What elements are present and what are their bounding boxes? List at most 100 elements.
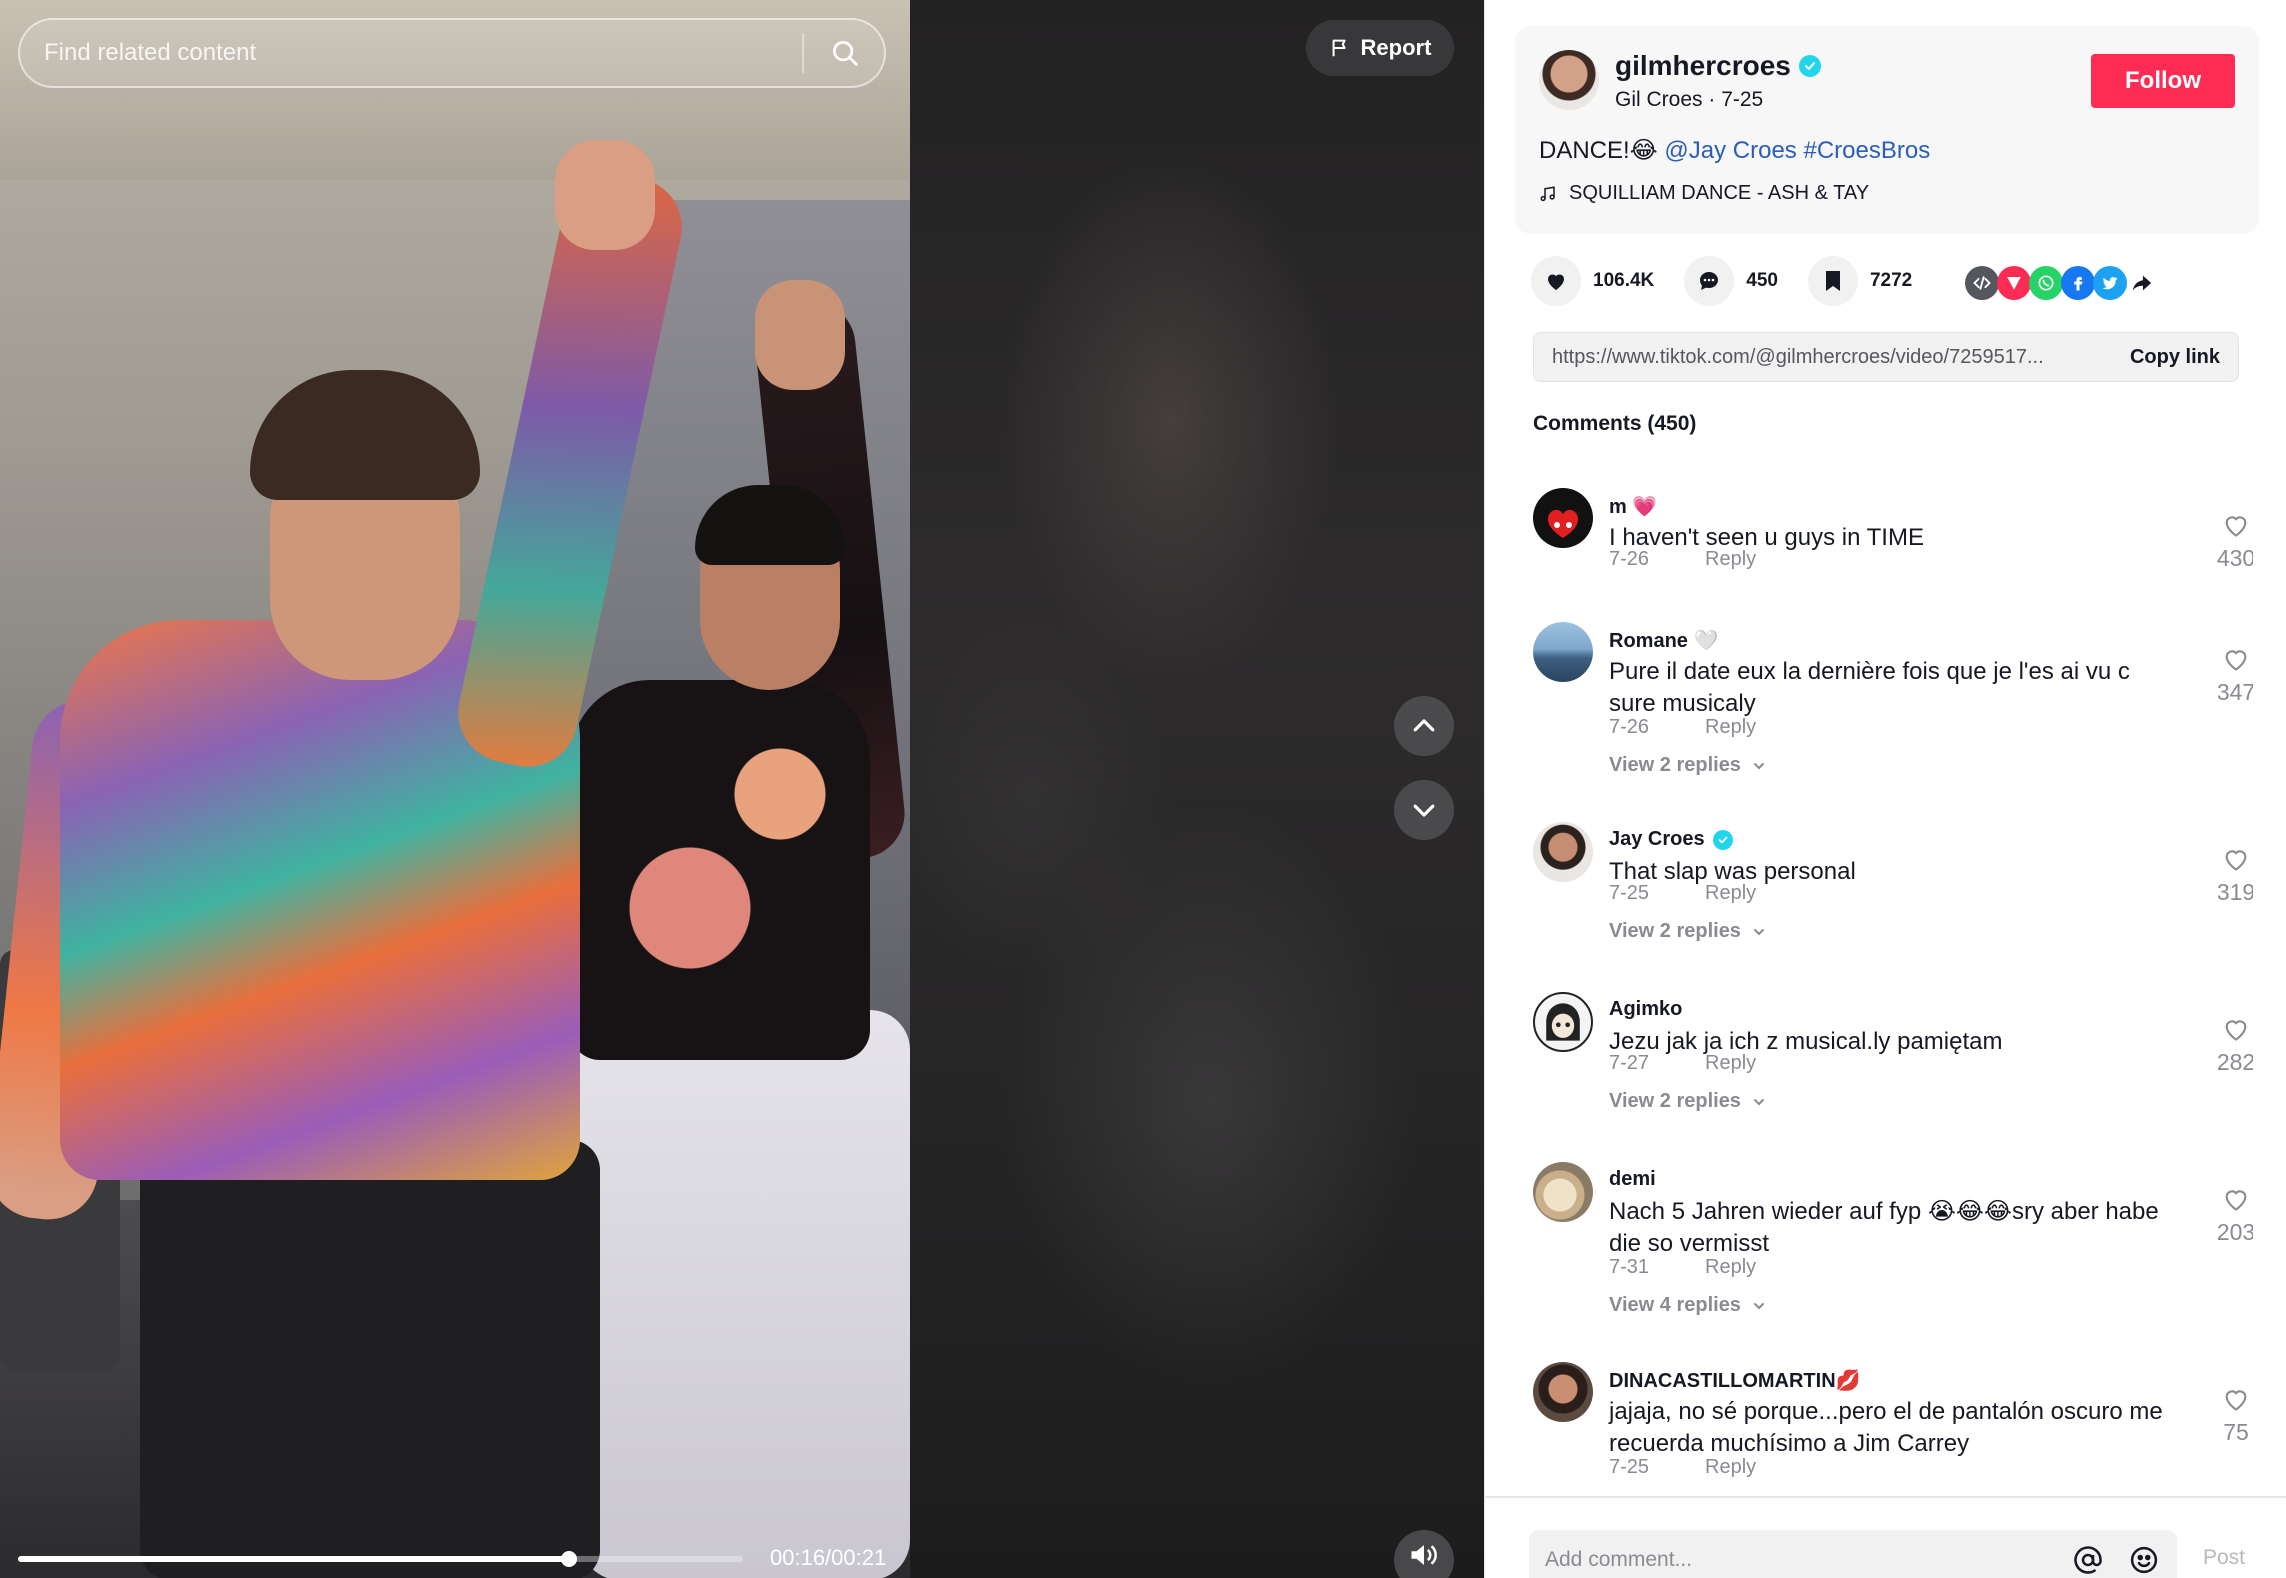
comment-username[interactable]: demi bbox=[1609, 1168, 1656, 1191]
heart-outline-icon[interactable] bbox=[2222, 1186, 2250, 1212]
comment-like-count: 319 bbox=[2216, 879, 2253, 905]
comment-like[interactable]: 347 bbox=[2209, 646, 2253, 706]
music-link[interactable]: SQUILLIAM DANCE - ASH & TAY bbox=[1539, 182, 1869, 205]
next-video-button[interactable] bbox=[1394, 780, 1454, 840]
comment-meta: 7-26 Reply bbox=[1609, 716, 1756, 739]
comment-avatar[interactable] bbox=[1533, 1362, 1593, 1422]
action-bar: 106.4K 450 7272 bbox=[1531, 256, 1942, 306]
comment-meta: 7-25 Reply bbox=[1609, 1456, 1756, 1479]
video-progress-bar[interactable] bbox=[18, 1551, 743, 1567]
comment-username[interactable]: m 💗 bbox=[1609, 494, 1657, 519]
chevron-down-icon bbox=[1753, 928, 1764, 935]
comment-avatar[interactable] bbox=[1533, 1162, 1593, 1222]
search-input[interactable] bbox=[44, 39, 802, 67]
comment-like[interactable]: 203 bbox=[2209, 1186, 2253, 1246]
share-arrow-icon[interactable] bbox=[2125, 266, 2159, 300]
save-action[interactable]: 7272 bbox=[1807, 256, 1912, 306]
volume-icon bbox=[1411, 1545, 1437, 1565]
video-link-box: https://www.tiktok.com/@gilmhercroes/vid… bbox=[1533, 332, 2239, 382]
music-title: SQUILLIAM DANCE - ASH & TAY bbox=[1569, 182, 1870, 204]
comment-action[interactable]: 450 bbox=[1684, 256, 1778, 306]
search-icon[interactable] bbox=[826, 34, 864, 72]
reply-button[interactable]: Reply bbox=[1705, 1256, 1756, 1279]
author-username[interactable]: gilmhercroes bbox=[1615, 50, 1791, 82]
view-replies-button[interactable]: View 2 replies bbox=[1609, 1090, 1767, 1113]
comment-composer: Post bbox=[1485, 1496, 2286, 1578]
video-blurred-background bbox=[910, 0, 1484, 1578]
comment-avatar[interactable] bbox=[1533, 622, 1593, 682]
author-username-row[interactable]: gilmhercroes bbox=[1615, 50, 1821, 82]
comments-list[interactable]: m 💗 I haven't seen u guys in TIME 7-26 R… bbox=[1533, 488, 2253, 1498]
comment-avatar[interactable] bbox=[1533, 488, 1593, 548]
mention-icon[interactable] bbox=[2071, 1543, 2105, 1577]
reply-button[interactable]: Reply bbox=[1705, 548, 1756, 571]
whatsapp-icon[interactable] bbox=[2029, 266, 2063, 300]
view-replies-label: View 2 replies bbox=[1609, 1090, 1741, 1112]
comment-bubble-icon[interactable] bbox=[1684, 256, 1735, 306]
comment-meta: 7-27 Reply bbox=[1609, 1052, 1756, 1075]
video-frame[interactable] bbox=[0, 0, 910, 1578]
post-button[interactable]: Post bbox=[2203, 1546, 2245, 1570]
heart-outline-icon[interactable] bbox=[2222, 846, 2250, 872]
facebook-icon[interactable] bbox=[2061, 266, 2095, 300]
comment-avatar[interactable] bbox=[1533, 822, 1593, 882]
like-action[interactable]: 106.4K bbox=[1531, 256, 1654, 306]
report-button[interactable]: Report bbox=[1306, 20, 1454, 76]
send-icon[interactable] bbox=[1997, 266, 2031, 300]
heart-outline-icon[interactable] bbox=[2222, 512, 2250, 538]
comments-title: Comments (450) bbox=[1533, 412, 1697, 435]
video-link-url[interactable]: https://www.tiktok.com/@gilmhercroes/vid… bbox=[1552, 346, 2112, 369]
comment-like[interactable]: 75 bbox=[2209, 1386, 2253, 1446]
comment-input[interactable] bbox=[1545, 1548, 2049, 1572]
heart-outline-icon[interactable] bbox=[2222, 1016, 2250, 1042]
heart-icon[interactable] bbox=[1531, 256, 1581, 306]
search-divider bbox=[802, 33, 804, 73]
comment-meta: 7-31 Reply bbox=[1609, 1256, 1756, 1279]
heart-outline-icon[interactable] bbox=[2222, 1386, 2250, 1412]
view-replies-button[interactable]: View 4 replies bbox=[1609, 1294, 1767, 1317]
author-subtitle-separator: · bbox=[1708, 88, 1722, 111]
follow-button[interactable]: Follow bbox=[2091, 54, 2235, 108]
details-panel: gilmhercroes Gil Croes · 7-25 Follow DAN… bbox=[1484, 0, 2286, 1578]
video-player[interactable]: Report 00:16/00:21 bbox=[0, 0, 1484, 1578]
reply-button[interactable]: Reply bbox=[1705, 1052, 1756, 1075]
caption-text: DANCE!😂 bbox=[1539, 137, 1658, 164]
caption-mention-link[interactable]: @Jay Croes bbox=[1664, 137, 1796, 164]
comment-date: 7-31 bbox=[1609, 1256, 1650, 1278]
author-card: gilmhercroes Gil Croes · 7-25 Follow DAN… bbox=[1515, 26, 2259, 234]
heart-outline-icon[interactable] bbox=[2222, 646, 2250, 672]
chevron-down-icon bbox=[1413, 804, 1435, 817]
comment-username[interactable]: DINACASTILLOMARTIN💋 bbox=[1609, 1368, 1861, 1393]
emoji-icon[interactable] bbox=[2127, 1543, 2161, 1577]
view-replies-button[interactable]: View 2 replies bbox=[1609, 754, 1767, 777]
comment-date: 7-26 bbox=[1609, 548, 1650, 570]
post-date: 7-25 bbox=[1721, 88, 1764, 111]
reply-button[interactable]: Reply bbox=[1705, 882, 1756, 905]
comment-username[interactable]: Romane 🤍 bbox=[1609, 628, 1718, 653]
video-progress-handle[interactable] bbox=[561, 1551, 577, 1567]
reply-button[interactable]: Reply bbox=[1705, 1456, 1756, 1479]
reply-button[interactable]: Reply bbox=[1705, 716, 1756, 739]
previous-video-button[interactable] bbox=[1394, 696, 1454, 756]
author-avatar[interactable] bbox=[1539, 50, 1599, 110]
comment-input-box bbox=[1529, 1530, 2177, 1578]
view-replies-button[interactable]: View 2 replies bbox=[1609, 920, 1767, 943]
copy-link-button[interactable]: Copy link bbox=[2130, 346, 2220, 369]
comment-like[interactable]: 282 bbox=[2209, 1016, 2253, 1076]
comment-like[interactable]: 430 bbox=[2209, 512, 2253, 572]
twitter-icon[interactable] bbox=[2093, 266, 2127, 300]
report-label: Report bbox=[1360, 35, 1432, 60]
comment-username[interactable]: Jay Croes bbox=[1609, 828, 1705, 851]
comment-date: 7-26 bbox=[1609, 716, 1650, 738]
embed-icon[interactable] bbox=[1965, 266, 1999, 300]
comment-like[interactable]: 319 bbox=[2209, 846, 2253, 906]
caption-hashtag-link[interactable]: #CroesBros bbox=[1803, 137, 1930, 164]
comment-username-row[interactable]: Jay Croes bbox=[1609, 828, 1733, 851]
comment-count: 450 bbox=[1746, 270, 1778, 291]
comment-avatar[interactable] bbox=[1533, 992, 1593, 1052]
comment-username[interactable]: Agimko bbox=[1609, 998, 1682, 1021]
bookmark-icon[interactable] bbox=[1807, 256, 1858, 306]
comment-text: Pure il date eux la dernière fois que je… bbox=[1609, 658, 2130, 717]
comment-text: jajaja, no sé porque...pero el de pantal… bbox=[1609, 1398, 2163, 1457]
comment-date: 7-27 bbox=[1609, 1052, 1650, 1074]
